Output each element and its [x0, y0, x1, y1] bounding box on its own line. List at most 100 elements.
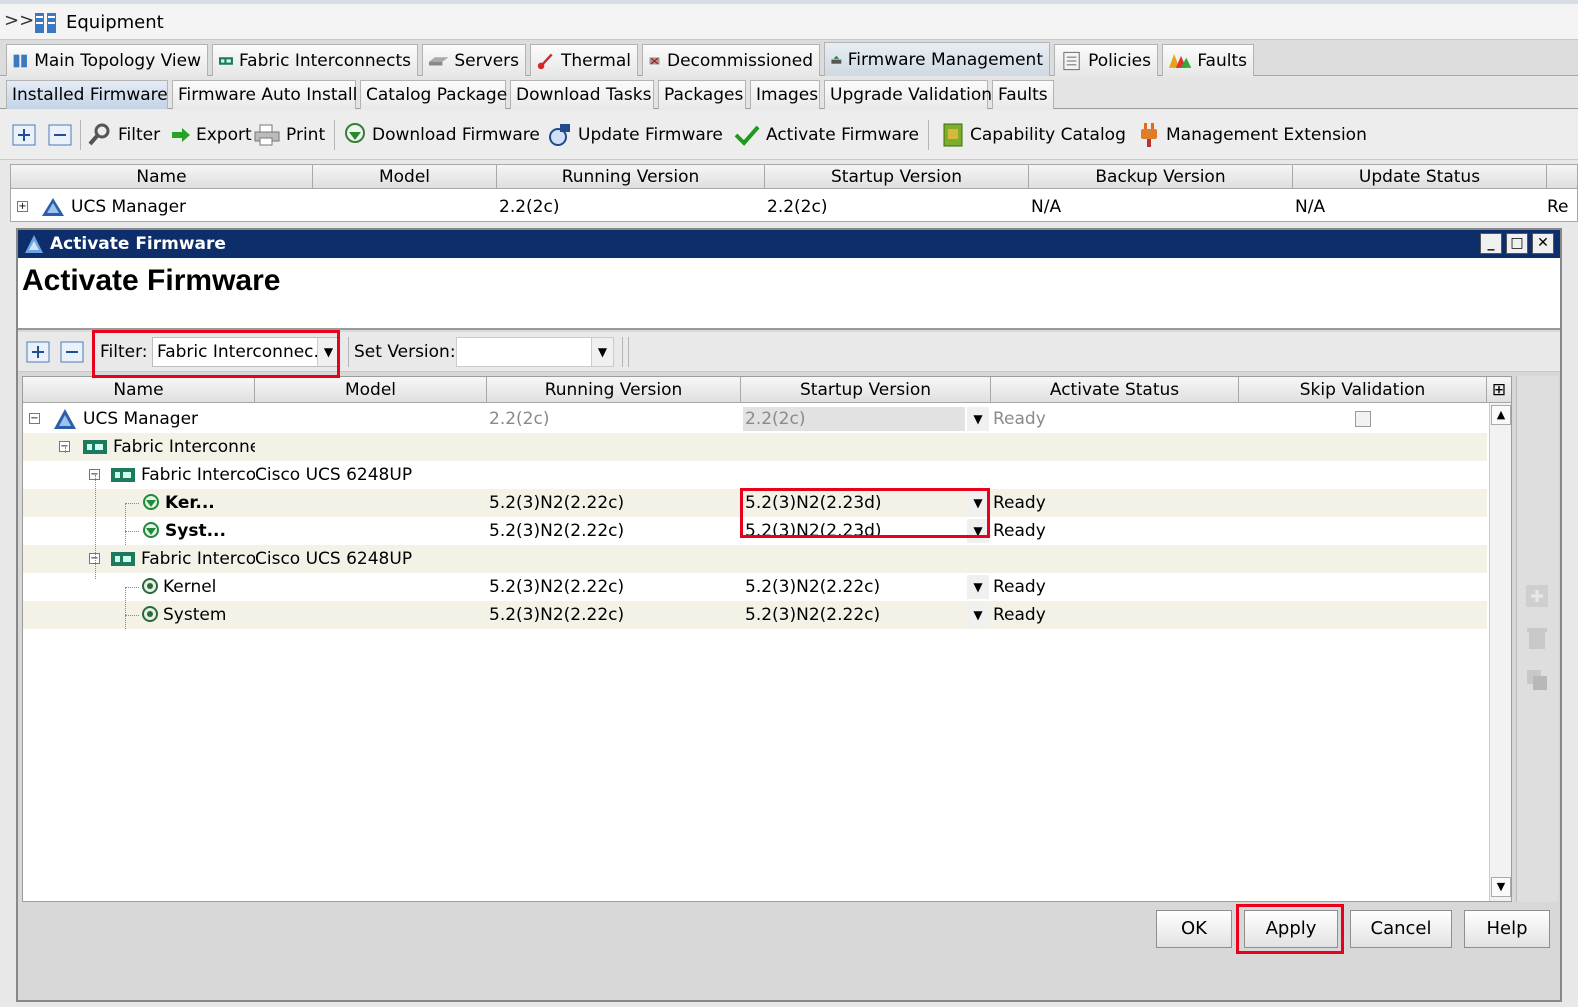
table-row[interactable]: − Fabric Intercor Cisco UCS 6248UP	[23, 461, 1487, 489]
column-header[interactable]: Skip Validation	[1239, 377, 1487, 403]
tab-label: Firmware Auto Install	[178, 85, 358, 105]
filter-button[interactable]: Filter	[88, 122, 160, 148]
row-activate-status: Ready	[993, 605, 1046, 625]
minus-icon[interactable]	[60, 341, 84, 363]
activate-firmware-button[interactable]: Activate Firmware	[734, 122, 919, 148]
tab-label: Download Tasks	[516, 85, 652, 105]
row-activate-status: Ready	[993, 493, 1046, 513]
tab-policies[interactable]: Policies	[1054, 44, 1158, 76]
column-header[interactable]: Name	[23, 377, 255, 403]
expand-toggle-icon[interactable]: +	[17, 201, 28, 212]
column-header[interactable]: Model	[313, 165, 497, 189]
tab-label: Catalog Package	[366, 85, 508, 105]
row-update-status: N/A	[1295, 197, 1326, 217]
expand-all-button[interactable]	[12, 122, 36, 148]
plus-icon[interactable]	[26, 341, 50, 363]
chevron-down-icon[interactable]: ▼	[967, 603, 989, 627]
print-button[interactable]: Print	[254, 122, 325, 148]
table-row[interactable]: − Fabric Interconnec	[23, 433, 1487, 461]
filter-highlight-box	[92, 330, 340, 378]
management-extension-label: Management Extension	[1166, 125, 1367, 145]
chevron-down-icon[interactable]: ▼	[967, 407, 989, 431]
expand-icon[interactable]: >>	[4, 10, 34, 31]
minimize-button[interactable]: _	[1480, 233, 1502, 254]
tab-servers[interactable]: Servers	[422, 44, 526, 76]
tab-main-topology-view[interactable]: Main Topology View	[6, 44, 208, 76]
print-label: Print	[286, 125, 326, 145]
collapse-all-button[interactable]	[48, 122, 72, 148]
startup-version-field: 2.2(2c)	[743, 407, 965, 431]
collapse-toggle-icon[interactable]: −	[29, 413, 40, 424]
column-header[interactable]: Backup Version	[1029, 165, 1293, 189]
row-name[interactable]: UCS Manager	[71, 195, 186, 219]
side-action-panel	[1516, 376, 1558, 902]
export-label: Export	[196, 125, 252, 145]
add-icon[interactable]	[1525, 584, 1549, 608]
fabric-interconnect-icon	[219, 56, 233, 65]
tab-installed-firmware[interactable]: Installed Firmware	[6, 80, 168, 109]
startup-version-highlight-box	[740, 488, 990, 538]
vertical-scrollbar[interactable]: ▲ ▼	[1489, 403, 1511, 901]
chevron-down-icon[interactable]: ▼	[967, 575, 989, 599]
fabric-interconnect-icon	[83, 440, 107, 454]
set-version-select[interactable]: ▼	[456, 337, 614, 367]
trash-icon[interactable]	[1525, 626, 1549, 650]
table-row[interactable]: Kernel 5.2(3)N2(2.22c) 5.2(3)N2(2.22c) ▼…	[23, 573, 1487, 601]
management-extension-button[interactable]: Management Extension	[1138, 122, 1367, 148]
row-activate-status: Ready	[993, 577, 1046, 597]
dialog-title-bar[interactable]: Activate Firmware _ □ ✕	[18, 230, 1560, 258]
server-icon	[429, 56, 449, 65]
copy-icon[interactable]	[1525, 668, 1549, 692]
column-header[interactable]: Name	[11, 165, 313, 189]
close-button[interactable]: ✕	[1532, 233, 1554, 254]
column-header[interactable]: Model	[255, 377, 487, 403]
tab-download-tasks[interactable]: Download Tasks	[510, 80, 654, 109]
chevron-down-icon[interactable]: ▼	[591, 338, 613, 366]
maximize-button[interactable]: □	[1506, 233, 1528, 254]
row-name: Fabric Intercor	[141, 465, 255, 485]
table-row[interactable]: System 5.2(3)N2(2.22c) 5.2(3)N2(2.22c) ▼…	[23, 601, 1487, 629]
row-name: Syst...	[165, 521, 226, 541]
printer-icon	[254, 124, 280, 146]
tab-firmware-auto-install[interactable]: Firmware Auto Install	[172, 80, 358, 109]
startup-version-field[interactable]: 5.2(3)N2(2.22c)	[743, 575, 965, 599]
cancel-button[interactable]: Cancel	[1350, 910, 1452, 948]
column-header[interactable]: Startup Version	[765, 165, 1029, 189]
tab-catalog-package[interactable]: Catalog Package	[360, 80, 508, 109]
column-header[interactable]: Running Version	[497, 165, 765, 189]
download-firmware-button[interactable]: Download Firmware	[344, 122, 540, 148]
column-header[interactable]: Startup Version	[741, 377, 991, 403]
column-header[interactable]: Running Version	[487, 377, 741, 403]
row-model: Cisco UCS 6248UP	[255, 465, 413, 485]
column-chooser-icon[interactable]: ⊞	[1487, 377, 1511, 403]
tab-faults[interactable]: Faults	[1162, 44, 1254, 76]
firmware-tree-table: Name Model Running Version Startup Versi…	[22, 376, 1512, 902]
update-firmware-button[interactable]: Update Firmware	[548, 122, 723, 148]
row-name: System	[163, 605, 227, 625]
skip-validation-checkbox[interactable]	[1355, 411, 1371, 427]
dialog-heading: Activate Firmware	[22, 264, 281, 297]
tab-packages[interactable]: Packages	[658, 80, 746, 109]
column-header[interactable]: Update Status	[1293, 165, 1547, 189]
tab-decommissioned[interactable]: Decommissioned	[642, 44, 820, 76]
ok-button[interactable]: OK	[1156, 910, 1232, 948]
row-name: Ker...	[165, 493, 215, 513]
scroll-up-icon[interactable]: ▲	[1491, 405, 1511, 425]
tab-firmware-management[interactable]: Firmware Management	[824, 42, 1050, 76]
tab-thermal[interactable]: Thermal	[530, 44, 638, 76]
tab-faults-sub[interactable]: Faults	[992, 80, 1054, 109]
apply-highlight-box	[1236, 904, 1344, 954]
column-header[interactable]: Activate Status	[991, 377, 1239, 403]
row-name: Fabric Interconnec	[113, 437, 255, 457]
help-button[interactable]: Help	[1464, 910, 1550, 948]
table-row[interactable]: − Fabric Intercor Cisco UCS 6248UP	[23, 545, 1487, 573]
tab-fabric-interconnects[interactable]: Fabric Interconnects	[212, 44, 418, 76]
startup-version-field[interactable]: 5.2(3)N2(2.22c)	[743, 603, 965, 627]
toolbar: Filter Export Print Download Firmware Up…	[0, 110, 1578, 160]
scroll-down-icon[interactable]: ▼	[1491, 877, 1511, 897]
tab-upgrade-validation[interactable]: Upgrade Validation	[824, 80, 992, 109]
export-button[interactable]: Export	[172, 122, 252, 148]
table-row[interactable]: − UCS Manager 2.2(2c) 2.2(2c) ▼ Ready	[23, 405, 1487, 433]
tab-images[interactable]: Images	[750, 80, 820, 109]
capability-catalog-button[interactable]: Capability Catalog	[942, 122, 1126, 148]
